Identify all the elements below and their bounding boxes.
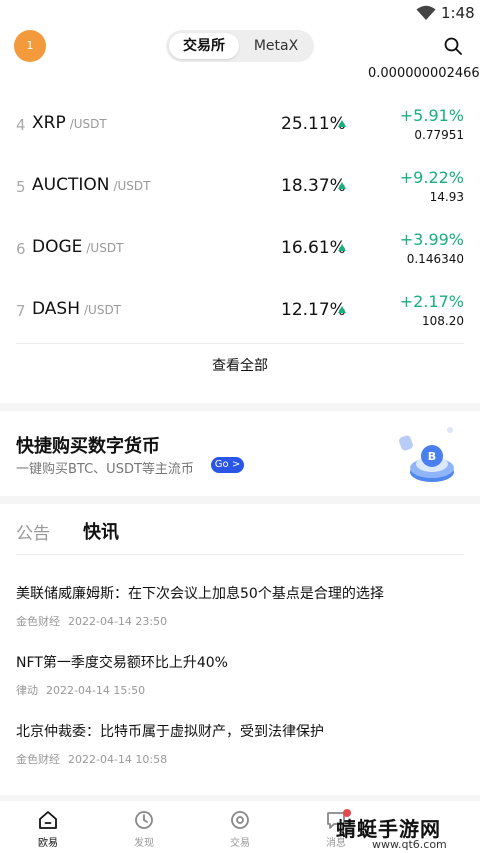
quick-buy-banner[interactable]: 快捷购买数字货币 一键购买BTC、USDT等主流币 Go > B: [0, 412, 480, 496]
last-price: 0.146340: [406, 252, 464, 266]
status-bar: 1:48: [0, 0, 480, 26]
wifi-icon: [416, 5, 436, 20]
tab-announcements[interactable]: 公告: [16, 519, 50, 544]
last-price: 14.93: [429, 190, 464, 204]
news-tabs: 公告 快讯: [0, 505, 480, 555]
quote-currency: /USDT: [86, 241, 124, 255]
up-arrow-icon: [338, 120, 346, 127]
section-gap: [0, 496, 480, 504]
view-all-button[interactable]: 查看全部: [0, 355, 480, 375]
news-source: 律动: [16, 684, 38, 697]
daily-change: +2.17%: [399, 292, 464, 311]
status-time: 1:48: [441, 4, 475, 22]
quote-currency: /USDT: [84, 303, 122, 317]
svg-text:B: B: [428, 450, 436, 463]
news-item[interactable]: NFT第一季度交易额环比上升40% 律动 2022-04-14 15:50: [16, 644, 464, 713]
tab-flash-news[interactable]: 快讯: [83, 518, 119, 544]
up-arrow-icon: [338, 182, 346, 189]
section-gap: [0, 403, 480, 411]
list-item[interactable]: 7 DASH/USDT 12.17% +2.17% 108.20: [16, 280, 464, 342]
search-icon[interactable]: [443, 36, 463, 56]
news-time: 2022-04-14 15:50: [46, 684, 146, 697]
quote-currency: /USDT: [69, 117, 107, 131]
gain-percent: 25.11%: [281, 114, 346, 134]
news-source: 金色财经: [16, 615, 60, 628]
rank-number: 6: [16, 240, 26, 258]
list-item[interactable]: 4 XRP/USDT 25.11% +5.91% 0.77951: [16, 94, 464, 156]
gain-percent: 18.37%: [281, 176, 346, 196]
promo-title: 快捷购买数字货币: [16, 436, 160, 457]
news-item[interactable]: 北京仲裁委：比特币属于虚拟财产，受到法律保护 金色财经 2022-04-14 10…: [16, 713, 464, 782]
list-item[interactable]: 5 AUCTION/USDT 18.37% +9.22% 14.93: [16, 156, 464, 218]
trade-icon: [231, 811, 249, 829]
last-price: 108.20: [422, 314, 464, 328]
last-price: 0.77951: [414, 128, 464, 142]
daily-change: +5.91%: [399, 106, 464, 125]
tab-metax[interactable]: MetaX: [242, 33, 310, 59]
nav-discover[interactable]: 发现: [114, 809, 174, 849]
pair-symbol: DASH/USDT: [32, 299, 122, 319]
pair-symbol: XRP/USDT: [32, 113, 107, 133]
go-button[interactable]: Go >: [211, 457, 244, 473]
nav-trade[interactable]: 交易: [210, 809, 270, 849]
gainers-list: 4 XRP/USDT 25.11% +5.91% 0.77951 5 AUCTI…: [16, 94, 464, 342]
quote-currency: /USDT: [113, 179, 151, 193]
news-meta: 金色财经 2022-04-14 10:58: [16, 751, 167, 767]
news-item[interactable]: 美联储威廉姆斯：在下次会议上加息50个基点是合理的选择 金色财经 2022-04-…: [16, 575, 464, 644]
news-time: 2022-04-14 23:50: [68, 615, 168, 628]
daily-change: +9.22%: [399, 168, 464, 187]
nav-home[interactable]: 欧易: [18, 809, 78, 849]
bitcoin-coin-icon: B: [399, 427, 454, 482]
nav-label: 交易: [230, 838, 250, 849]
top-header: 1 交易所 MetaX: [0, 26, 480, 66]
news-headline: 北京仲裁委：比特币属于虚拟财产，受到法律保护: [16, 724, 324, 740]
news-headline: 美联储威廉姆斯：在下次会议上加息50个基点是合理的选择: [16, 586, 384, 602]
promo-subtitle: 一键购买BTC、USDT等主流币: [16, 462, 194, 477]
news-source: 金色财经: [16, 753, 60, 766]
avatar[interactable]: 1: [14, 30, 46, 62]
pair-symbol: AUCTION/USDT: [32, 175, 151, 195]
up-arrow-icon: [338, 306, 346, 313]
news-time: 2022-04-14 10:58: [68, 753, 168, 766]
rank-number: 7: [16, 302, 26, 320]
news-list: 美联储威廉姆斯：在下次会议上加息50个基点是合理的选择 金色财经 2022-04-…: [16, 575, 464, 782]
news-meta: 金色财经 2022-04-14 23:50: [16, 613, 167, 629]
market-switch: 交易所 MetaX: [166, 30, 314, 62]
up-arrow-icon: [338, 244, 346, 251]
tab-exchange[interactable]: 交易所: [169, 33, 239, 59]
discover-icon: [135, 811, 153, 829]
list-item[interactable]: 6 DOGE/USDT 16.61% +3.99% 0.146340: [16, 218, 464, 280]
rank-number: 4: [16, 116, 26, 134]
daily-change: +3.99%: [399, 230, 464, 249]
news-headline: NFT第一季度交易额环比上升40%: [16, 655, 228, 671]
pair-symbol: DOGE/USDT: [32, 237, 124, 257]
gain-percent: 12.17%: [281, 300, 346, 320]
nav-label: 欧易: [38, 838, 58, 849]
rank-number: 5: [16, 178, 26, 196]
partial-row-price: 0.000000002466: [368, 66, 480, 81]
news-meta: 律动 2022-04-14 15:50: [16, 682, 145, 698]
list-divider: [16, 343, 464, 344]
tabs-divider: [16, 554, 464, 555]
nav-label: 发现: [134, 838, 154, 849]
gain-percent: 16.61%: [281, 238, 346, 258]
watermark-url: www.qt6.com: [372, 838, 447, 851]
home-icon: [39, 811, 57, 829]
